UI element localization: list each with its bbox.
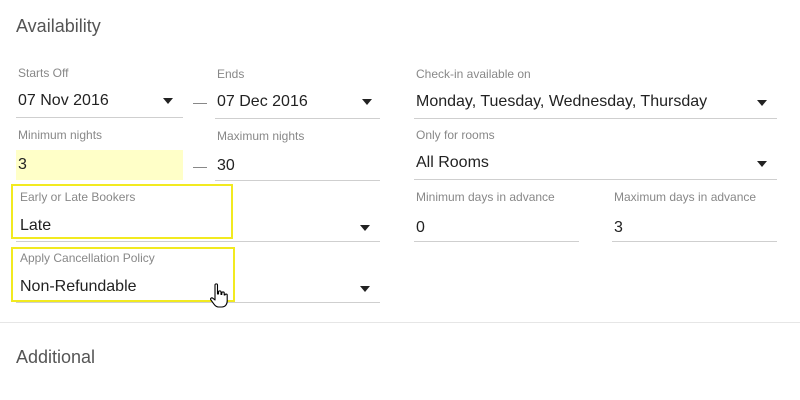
starts-off-value: 07 Nov 2016 [18, 92, 109, 109]
field-underline [16, 241, 380, 242]
max-nights-label: Maximum nights [217, 129, 305, 143]
ends-select[interactable]: Ends 07 Dec 2016 [215, 67, 380, 119]
range-dash [193, 167, 207, 168]
availability-title: Availability [16, 16, 101, 36]
min-nights-label: Minimum nights [18, 128, 103, 142]
caret-down-icon[interactable] [362, 99, 372, 105]
caret-down-icon[interactable] [757, 161, 767, 167]
field-underline [215, 180, 380, 181]
ends-value: 07 Dec 2016 [217, 93, 308, 110]
range-dash [193, 103, 207, 104]
bookers-highlight [11, 184, 233, 239]
max-nights-value: 30 [217, 157, 235, 174]
field-underline [16, 302, 380, 303]
min-days-input[interactable]: Minimum days in advance 0 [414, 190, 579, 242]
field-underline [414, 241, 579, 242]
cancellation-highlight [11, 247, 235, 302]
min-days-label: Minimum days in advance [416, 190, 555, 204]
caret-down-icon[interactable] [163, 98, 173, 104]
max-days-label: Maximum days in advance [614, 190, 757, 204]
field-underline [612, 241, 777, 242]
min-days-value: 0 [416, 219, 425, 236]
caret-down-icon[interactable] [360, 225, 370, 231]
min-nights-value: 3 [18, 156, 27, 173]
rooms-label: Only for rooms [416, 128, 495, 142]
max-days-value: 3 [614, 219, 623, 236]
field-underline [215, 118, 380, 119]
checkin-label: Check-in available on [416, 67, 531, 81]
caret-down-icon[interactable] [757, 100, 767, 106]
starts-off-select[interactable]: Starts Off 07 Nov 2016 [16, 66, 183, 118]
checkin-days-select[interactable]: Check-in available on Monday, Tuesday, W… [414, 67, 777, 119]
field-underline [16, 117, 183, 118]
additional-title: Additional [16, 347, 96, 367]
max-days-input[interactable]: Maximum days in advance 3 [612, 190, 777, 242]
section-divider [0, 322, 800, 323]
field-underline [414, 179, 777, 180]
ends-label: Ends [217, 67, 245, 81]
starts-off-label: Starts Off [18, 66, 69, 80]
max-nights-input[interactable]: Maximum nights 30 [215, 129, 380, 181]
field-underline [414, 118, 777, 119]
checkin-value: Monday, Tuesday, Wednesday, Thursday [416, 93, 708, 110]
rooms-value: All Rooms [416, 154, 489, 171]
rooms-select[interactable]: Only for rooms All Rooms [414, 128, 777, 180]
caret-down-icon[interactable] [360, 286, 370, 292]
min-nights-input[interactable]: Minimum nights 3 [16, 128, 183, 180]
hand-pointer-icon [210, 283, 228, 308]
